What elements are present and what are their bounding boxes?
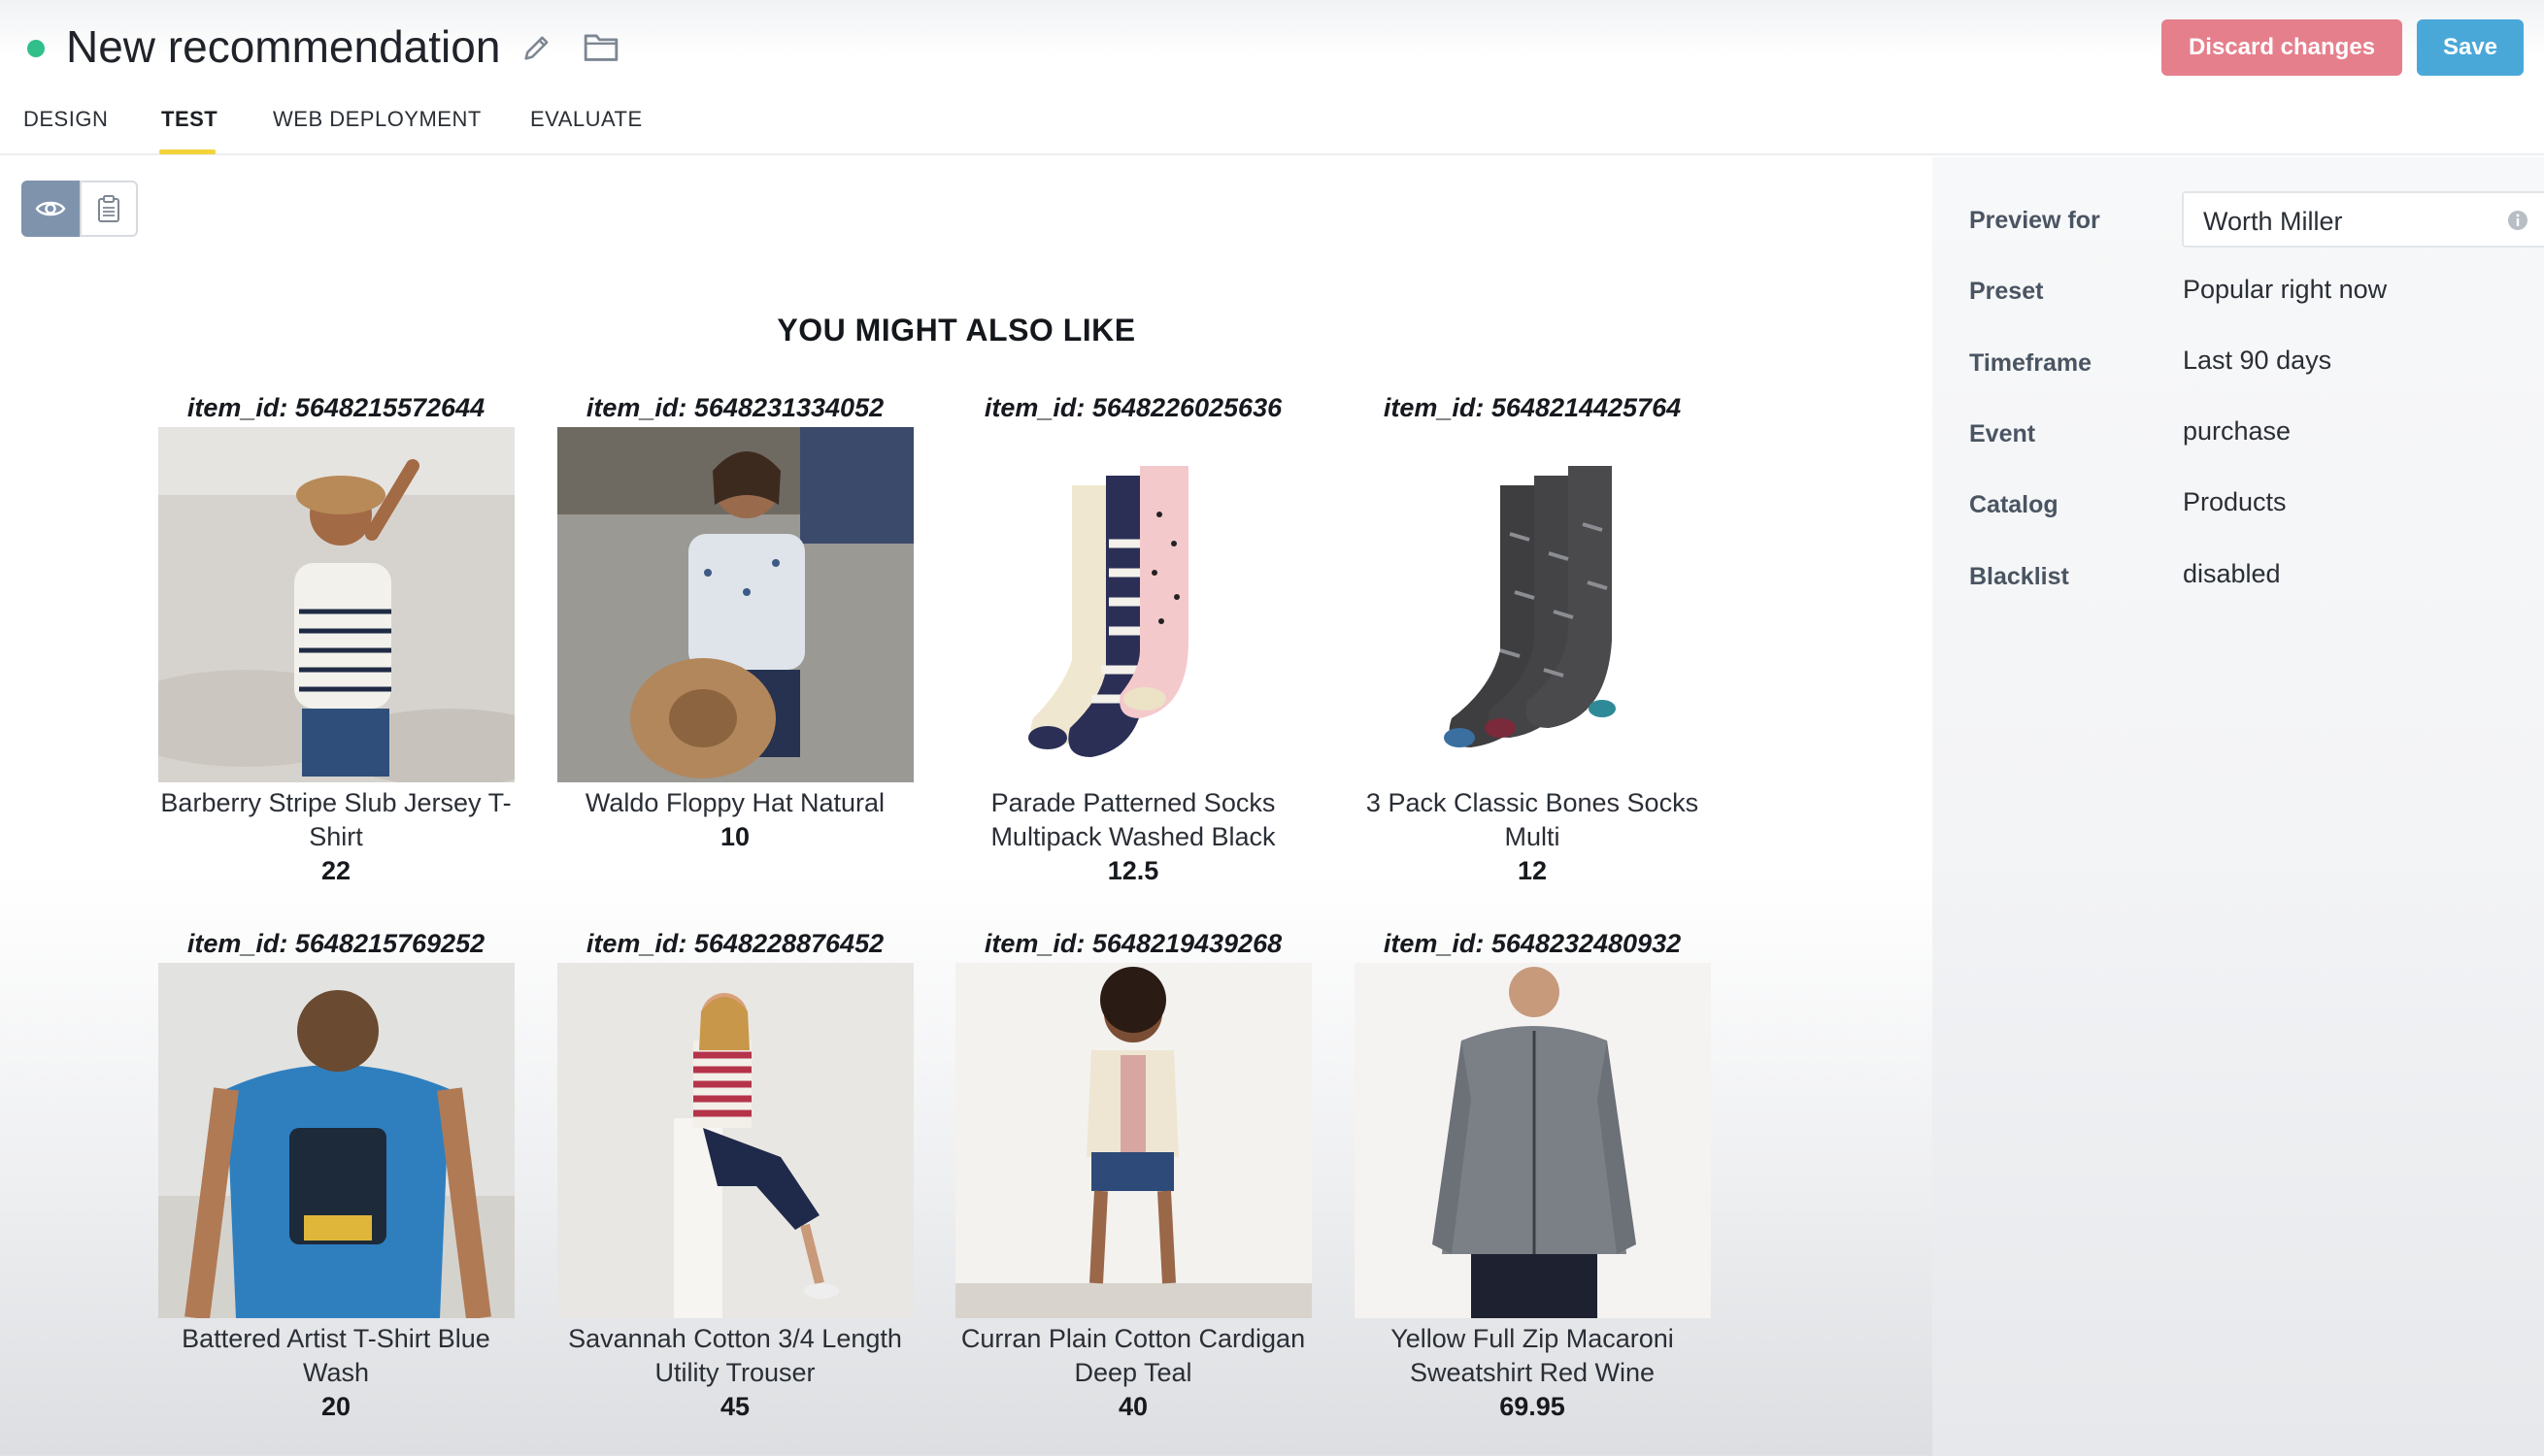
tab-web-deployment[interactable]: WEB DEPLOYMENT	[273, 107, 482, 132]
timeframe-value: Last 90 days	[2183, 346, 2332, 375]
catalog-label: Catalog	[1969, 491, 2059, 518]
item-id: item_id: 5648219439268	[984, 929, 1283, 958]
product-price: 45	[720, 1392, 751, 1421]
recommendation-widget-title: YOU MIGHT ALSO LIKE	[777, 313, 1136, 347]
product-card[interactable]: item_id: 5648231334052 Waldo Floppy Hat …	[536, 388, 934, 854]
folder-icon[interactable]	[583, 29, 619, 64]
product-name: Barberry Stripe Slub Jersey T-Shirt	[160, 788, 512, 851]
item-id: item_id: 5648232480932	[1383, 929, 1682, 958]
preview-for-label: Preview for	[1969, 207, 2100, 234]
product-image	[157, 963, 515, 1318]
discard-changes-button[interactable]: Discard changes	[2161, 19, 2402, 76]
product-image	[556, 963, 914, 1318]
blacklist-value: disabled	[2183, 559, 2281, 588]
product-card[interactable]: item_id: 5648219439268 Curran Plain Cott…	[934, 924, 1332, 1424]
product-image	[1354, 963, 1711, 1318]
product-price: 20	[320, 1392, 351, 1421]
product-card[interactable]: item_id: 5648232480932 Yellow Full Zip M…	[1333, 924, 1731, 1424]
tab-evaluate[interactable]: EVALUATE	[530, 107, 643, 132]
save-button[interactable]: Save	[2417, 19, 2524, 76]
eye-icon	[35, 201, 66, 216]
blacklist-label: Blacklist	[1969, 563, 2069, 590]
product-card[interactable]: item_id: 5648215769252 Battered Artist T…	[137, 924, 535, 1424]
status-indicator	[27, 40, 45, 57]
event-label: Event	[1969, 420, 2036, 447]
product-price: 40	[1118, 1392, 1149, 1421]
product-name: Savannah Cotton 3/4 Length Utility Trous…	[568, 1324, 902, 1387]
product-name: 3 Pack Classic Bones Socks Multi	[1365, 788, 1699, 851]
preview-for-value: Worth Miller	[2203, 207, 2343, 236]
product-image	[1354, 427, 1711, 782]
info-icon[interactable]	[2506, 209, 2529, 232]
product-name: Battered Artist T-Shirt Blue Wash	[182, 1324, 490, 1387]
product-price: 69.95	[1499, 1392, 1565, 1421]
item-id: item_id: 5648231334052	[586, 393, 885, 422]
item-id: item_id: 5648226025636	[984, 393, 1283, 422]
product-card[interactable]: item_id: 5648228876452 Savannah Cotton 3…	[536, 924, 934, 1424]
product-image	[954, 427, 1312, 782]
product-name: Parade Patterned Socks Multipack Washed …	[990, 788, 1276, 851]
product-image	[157, 427, 515, 782]
pencil-icon[interactable]	[520, 31, 553, 64]
product-image	[556, 427, 914, 782]
item-id: item_id: 5648215572644	[186, 393, 485, 422]
tab-design[interactable]: DESIGN	[23, 107, 108, 132]
clipboard-icon	[98, 195, 119, 222]
product-price: 10	[720, 822, 751, 851]
product-price: 12	[1517, 856, 1548, 885]
item-id: item_id: 5648214425764	[1383, 393, 1682, 422]
preview-for-select[interactable]: Worth Miller	[2182, 191, 2544, 248]
top-bar: New recommendation Discard changes Save …	[0, 0, 2544, 155]
product-name: Waldo Floppy Hat Natural	[585, 788, 886, 817]
preset-label: Preset	[1969, 278, 2044, 305]
timeframe-label: Timeframe	[1969, 349, 2092, 377]
product-price: 22	[320, 856, 351, 885]
event-value: purchase	[2183, 416, 2292, 446]
tab-test[interactable]: TEST	[161, 107, 218, 132]
item-id: item_id: 5648215769252	[186, 929, 485, 958]
preset-value: Popular right now	[2183, 275, 2388, 304]
product-card[interactable]: item_id: 5648215572644 Barberry Stripe S…	[137, 388, 535, 888]
view-toggle	[21, 181, 138, 237]
json-view-button[interactable]	[80, 181, 138, 237]
product-price: 12.5	[1107, 856, 1159, 885]
item-id: item_id: 5648228876452	[586, 929, 885, 958]
product-name: Yellow Full Zip Macaroni Sweatshirt Red …	[1390, 1324, 1674, 1387]
product-name: Curran Plain Cotton Cardigan Deep Teal	[960, 1324, 1306, 1387]
active-tab-indicator	[159, 149, 216, 154]
product-card[interactable]: item_id: 5648226025636 Parade Patterned …	[934, 388, 1332, 888]
catalog-value: Products	[2183, 487, 2287, 516]
preview-view-button[interactable]	[21, 181, 80, 237]
page-title: New recommendation	[66, 21, 501, 72]
product-card[interactable]: item_id: 5648214425764 3 Pack Classic Bo…	[1333, 388, 1731, 888]
product-image	[954, 963, 1312, 1318]
